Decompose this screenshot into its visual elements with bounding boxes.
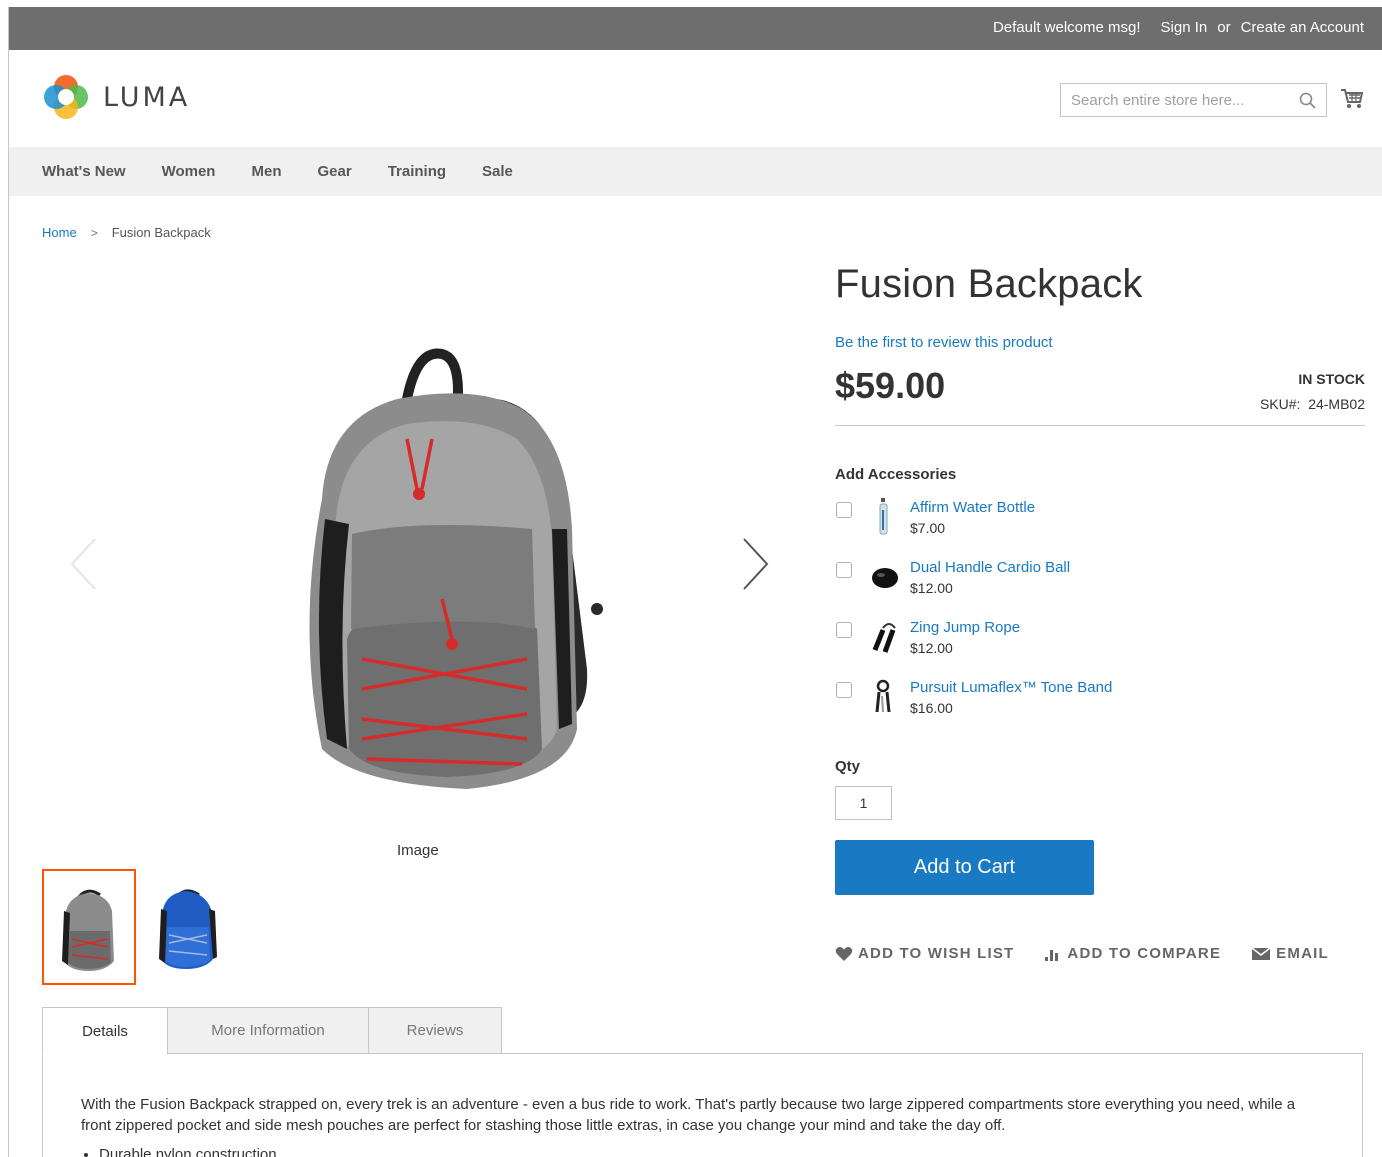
cardio-ball-icon <box>872 568 898 588</box>
tone-band-icon <box>875 679 891 713</box>
welcome-message: Default welcome msg! <box>992 19 1141 36</box>
logo-text: LUMA <box>103 81 191 113</box>
gallery-thumbnail-gray[interactable] <box>42 869 136 985</box>
stock-status: IN STOCK <box>1298 371 1365 387</box>
gray-backpack-thumbnail <box>62 889 114 971</box>
accessory-price: $16.00 <box>910 700 953 716</box>
product-title: Fusion Backpack <box>835 262 1143 306</box>
gallery-next-arrow[interactable] <box>732 534 772 594</box>
search-box <box>1060 83 1327 117</box>
jump-rope-icon <box>872 623 896 653</box>
accessory-item: Zing Jump Rope $12.00 <box>835 619 1365 663</box>
details-description: With the Fusion Backpack strapped on, ev… <box>81 1096 1296 1134</box>
email-link[interactable]: EMAIL <box>1251 945 1329 962</box>
breadcrumb-home-link[interactable]: Home <box>42 225 77 240</box>
or-text: or <box>1217 19 1231 36</box>
accessory-checkbox[interactable] <box>836 502 852 518</box>
compare-label: ADD TO COMPARE <box>1067 945 1222 962</box>
nav-item-men[interactable]: Men <box>251 147 281 196</box>
breadcrumb: Home > Fusion Backpack <box>42 225 211 240</box>
sku-label: SKU#: <box>1259 396 1301 412</box>
search-input[interactable] <box>1061 84 1291 116</box>
nav-item-gear[interactable]: Gear <box>317 147 351 196</box>
tab-more-information[interactable]: More Information <box>167 1007 369 1054</box>
email-label: EMAIL <box>1276 945 1329 962</box>
accessory-name[interactable]: Zing Jump Rope <box>910 619 1020 636</box>
product-sku: SKU#: 24-MB02 <box>1260 396 1365 412</box>
water-bottle-icon <box>879 498 888 535</box>
gallery-thumbnail-blue[interactable] <box>139 869 233 985</box>
add-to-cart-button[interactable]: Add to Cart <box>835 840 1094 895</box>
backpack-main-image[interactable] <box>267 329 617 799</box>
price-divider <box>835 425 1365 426</box>
accessory-item: Dual Handle Cardio Ball $12.00 <box>835 559 1365 603</box>
accessory-price: $12.00 <box>910 580 953 596</box>
accessory-name[interactable]: Dual Handle Cardio Ball <box>910 559 1070 576</box>
nav-item-women[interactable]: Women <box>162 147 216 196</box>
accessory-item: Affirm Water Bottle $7.00 <box>835 498 1365 543</box>
qty-input[interactable]: 1 <box>835 786 892 820</box>
accessory-price: $7.00 <box>910 520 946 536</box>
accessory-checkbox[interactable] <box>836 682 852 698</box>
nav-item-training[interactable]: Training <box>388 147 446 196</box>
cart-icon[interactable] <box>1340 87 1364 111</box>
accessory-checkbox[interactable] <box>836 622 852 638</box>
accessory-name[interactable]: Affirm Water Bottle <box>910 499 1035 516</box>
image-caption: Image <box>397 842 439 859</box>
breadcrumb-separator: > <box>90 225 98 240</box>
tab-details[interactable]: Details <box>42 1007 168 1055</box>
blue-backpack-thumbnail <box>159 889 217 969</box>
nav-item-whats-new[interactable]: What's New <box>42 147 126 196</box>
tab-reviews[interactable]: Reviews <box>368 1007 502 1054</box>
luma-logo[interactable]: LUMA <box>42 73 190 121</box>
main-nav: What's New Women Men Gear Training Sale <box>9 147 1382 196</box>
compare-icon <box>1045 949 1059 961</box>
breadcrumb-current: Fusion Backpack <box>111 225 211 240</box>
product-info: Fusion Backpack Be the first to review t… <box>835 259 1365 962</box>
accessory-price: $12.00 <box>910 640 953 656</box>
details-panel: With the Fusion Backpack strapped on, ev… <box>42 1053 1363 1157</box>
gallery-prev-arrow[interactable] <box>67 534 107 594</box>
top-bar: Default welcome msg! Sign In or Create a… <box>9 7 1382 50</box>
accessory-item: Pursuit Lumaflex™ Tone Band $16.00 <box>835 679 1365 723</box>
add-to-wishlist-link[interactable]: ADD TO WISH LIST <box>835 945 1014 962</box>
add-to-compare-link[interactable]: ADD TO COMPARE <box>1044 945 1221 962</box>
product-price: $59.00 <box>835 365 946 406</box>
nav-item-sale[interactable]: Sale <box>482 147 513 196</box>
accessories-title: Add Accessories <box>835 466 957 483</box>
accessory-name[interactable]: Pursuit Lumaflex™ Tone Band <box>910 679 1112 696</box>
sign-in-link[interactable]: Sign In <box>1161 19 1208 36</box>
sku-value: 24-MB02 <box>1308 396 1365 412</box>
product-actions: ADD TO WISH LIST ADD TO COMPARE EMAIL <box>835 945 1359 962</box>
review-link[interactable]: Be the first to review this product <box>835 334 1053 351</box>
search-icon[interactable] <box>1299 92 1316 109</box>
envelope-icon <box>1251 946 1271 960</box>
accessory-checkbox[interactable] <box>836 562 852 578</box>
details-bullet: Durable nylon construction. <box>99 1146 281 1157</box>
qty-label: Qty <box>835 758 861 775</box>
wishlist-label: ADD TO WISH LIST <box>858 945 1015 962</box>
top-links: Default welcome msg! Sign In or Create a… <box>993 19 1364 36</box>
page-frame: Default welcome msg! Sign In or Create a… <box>8 7 1382 1157</box>
heart-icon <box>835 946 853 961</box>
luma-logo-icon <box>44 75 88 119</box>
create-account-link[interactable]: Create an Account <box>1241 19 1364 36</box>
